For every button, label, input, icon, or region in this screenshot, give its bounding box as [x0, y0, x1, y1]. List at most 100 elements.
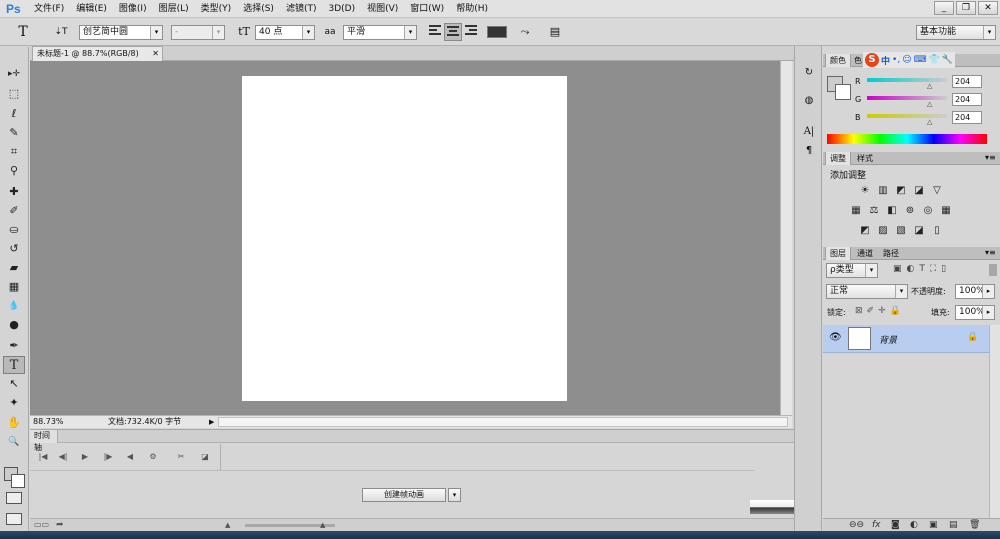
tab-color[interactable]: 颜色: [825, 54, 851, 67]
chevron-down-icon[interactable]: ▾: [448, 488, 461, 502]
tab-layers[interactable]: 图层: [825, 247, 851, 260]
invert-icon[interactable]: ◩: [858, 225, 872, 237]
blur-tool[interactable]: 💧: [3, 297, 25, 315]
align-right-button[interactable]: [462, 23, 480, 41]
frame-icon[interactable]: ▭▭: [34, 519, 49, 531]
color-spectrum-bar[interactable]: [827, 134, 987, 144]
brush-tool[interactable]: ✐: [3, 202, 25, 220]
gradient-map-icon[interactable]: ▯: [930, 225, 944, 237]
transition-icon[interactable]: ◪: [197, 450, 213, 464]
marquee-tool[interactable]: ⬚: [3, 85, 25, 103]
channel-r-slider[interactable]: [867, 78, 947, 82]
threshold-icon[interactable]: ▧: [894, 225, 908, 237]
filter-toggle[interactable]: [989, 264, 997, 276]
menu-layer[interactable]: 图层(L): [153, 0, 195, 18]
ime-logo[interactable]: S: [865, 53, 879, 67]
share-icon[interactable]: ➦: [56, 519, 64, 531]
font-family-select[interactable]: 创艺简中圆 ▾: [79, 25, 163, 40]
font-size-select[interactable]: 40 点 ▾: [255, 25, 315, 40]
background-color-swatch[interactable]: [11, 474, 25, 488]
align-left-button[interactable]: [426, 23, 444, 41]
zoom-tool[interactable]: 🔍: [3, 433, 25, 451]
tab-adjustments[interactable]: 调整: [825, 152, 851, 165]
menu-window[interactable]: 窗口(W): [404, 0, 450, 18]
photo-filter-icon[interactable]: ⊚: [903, 205, 917, 217]
screen-mode-button[interactable]: [6, 513, 22, 525]
channel-mixer-icon[interactable]: ◎: [921, 205, 935, 217]
character-panel-icon[interactable]: A|: [799, 123, 819, 141]
zoom-in-icon[interactable]: ▲: [320, 519, 325, 531]
blend-mode-select[interactable]: 正常 ▾: [826, 284, 908, 299]
document-tab[interactable]: 未标题-1 @ 88.7%(RGB/8) ✕: [32, 46, 163, 61]
channel-b-slider[interactable]: [867, 114, 947, 118]
lock-icons[interactable]: ⊠✐✛🔒: [855, 306, 905, 316]
settings-gear-icon[interactable]: ⚙: [145, 450, 161, 464]
curves-icon[interactable]: ◩: [894, 185, 908, 197]
ime-punct-icon[interactable]: •,: [892, 55, 900, 65]
lasso-tool[interactable]: ℓ: [3, 105, 25, 123]
timeline-tab[interactable]: 时间轴: [30, 430, 58, 452]
levels-icon[interactable]: ▥: [876, 185, 890, 197]
quick-select-tool[interactable]: ✎: [3, 124, 25, 142]
history-panel-icon[interactable]: ↻: [799, 64, 819, 82]
paragraph-panel-icon[interactable]: ¶: [799, 142, 819, 160]
vibrance-icon[interactable]: ▽: [930, 185, 944, 197]
slider-thumb-icon[interactable]: △: [927, 118, 932, 126]
quick-mask-button[interactable]: [6, 492, 22, 504]
channel-b-input[interactable]: 204: [952, 111, 982, 124]
menu-image[interactable]: 图像(I): [113, 0, 153, 18]
tool-preset-picker[interactable]: T: [14, 23, 32, 41]
text-color-swatch[interactable]: [487, 26, 507, 38]
ime-language[interactable]: 中: [881, 54, 890, 67]
previous-frame-icon[interactable]: ◀|: [55, 450, 71, 464]
create-frame-animation-button[interactable]: 创建帧动画: [362, 488, 446, 502]
color-lookup-icon[interactable]: ▦: [939, 205, 953, 217]
ime-wrench-icon[interactable]: 🔧: [942, 55, 953, 65]
eyedropper-tool[interactable]: ⚲: [3, 162, 25, 180]
play-icon[interactable]: ▶: [77, 450, 93, 464]
character-panel-button[interactable]: ▤: [546, 23, 564, 41]
brightness-contrast-icon[interactable]: ☀: [858, 185, 872, 197]
panel-menu-icon[interactable]: ▾≡: [985, 152, 996, 164]
visibility-eye-icon[interactable]: 👁: [829, 332, 842, 343]
audio-icon[interactable]: ◀: [122, 450, 138, 464]
document-canvas[interactable]: [242, 76, 567, 401]
hand-tool[interactable]: ✋: [3, 414, 25, 432]
stamp-tool[interactable]: ⛀: [3, 221, 25, 239]
channel-g-input[interactable]: 204: [952, 93, 982, 106]
menu-select[interactable]: 选择(S): [237, 0, 280, 18]
minimize-button[interactable]: _: [934, 1, 954, 15]
slider-thumb-icon[interactable]: △: [927, 100, 932, 108]
pen-tool[interactable]: ✒: [3, 337, 25, 355]
vertical-scrollbar[interactable]: [780, 61, 792, 417]
menu-3d[interactable]: 3D(D): [322, 0, 361, 18]
crop-tool[interactable]: ⌗: [3, 143, 25, 161]
exposure-icon[interactable]: ◪: [912, 185, 926, 197]
font-style-select[interactable]: - ▾: [171, 25, 225, 40]
ime-emoji-icon[interactable]: ☺: [902, 55, 911, 65]
tab-channels[interactable]: 通道: [853, 247, 877, 260]
selective-color-icon[interactable]: ◪: [912, 225, 926, 237]
status-menu-arrow-icon[interactable]: ▶: [209, 416, 214, 428]
ime-keyboard-icon[interactable]: ⌨: [914, 55, 927, 65]
shape-tool[interactable]: ✦: [3, 394, 25, 412]
zoom-level[interactable]: 88.73%: [33, 416, 64, 428]
black-white-icon[interactable]: ◧: [885, 205, 899, 217]
align-center-button[interactable]: [444, 23, 462, 41]
color-background-swatch[interactable]: [835, 84, 851, 100]
tab-styles[interactable]: 样式: [853, 152, 877, 165]
zoom-out-icon[interactable]: ▲: [225, 519, 230, 531]
gradient-tool[interactable]: ▦: [3, 278, 25, 296]
layer-filter-kind-select[interactable]: ρ类型 ▾: [826, 263, 878, 278]
horizontal-scrollbar[interactable]: [218, 417, 788, 427]
move-tool[interactable]: ▸✛: [3, 65, 25, 83]
channel-g-slider[interactable]: [867, 96, 947, 100]
color-balance-icon[interactable]: ⚖: [867, 205, 881, 217]
warp-text-button[interactable]: ⤳: [516, 23, 534, 41]
path-select-tool[interactable]: ↖: [3, 375, 25, 393]
dodge-tool[interactable]: ●: [3, 316, 25, 334]
menu-help[interactable]: 帮助(H): [450, 0, 494, 18]
history-brush-tool[interactable]: ↺: [3, 240, 25, 258]
eraser-tool[interactable]: ▰: [3, 259, 25, 277]
layer-filter-icons[interactable]: ▣◐T⛶▯: [893, 264, 951, 274]
